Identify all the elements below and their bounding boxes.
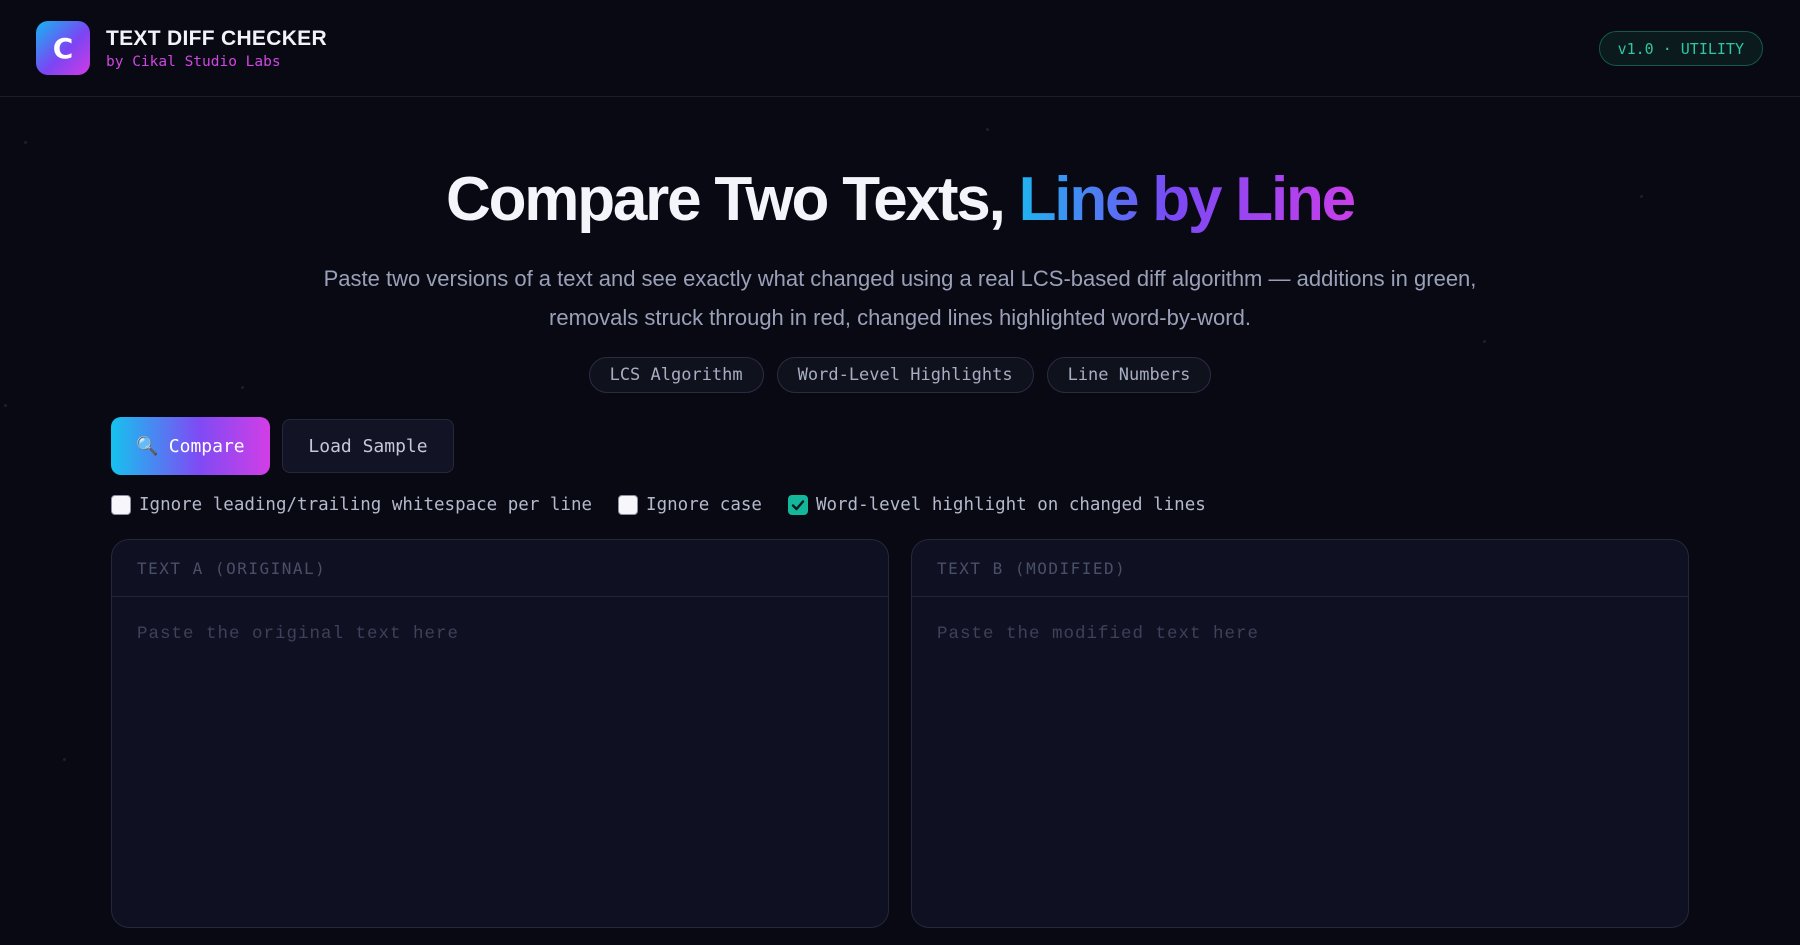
text-b-input[interactable] — [912, 597, 1688, 917]
ignore-whitespace-checkbox[interactable] — [111, 495, 131, 515]
text-a-input[interactable] — [112, 597, 888, 917]
feature-chip: Word-Level Highlights — [776, 357, 1034, 393]
load-sample-button[interactable]: Load Sample — [282, 419, 454, 473]
text-b-panel: TEXT B (MODIFIED) — [911, 539, 1689, 928]
option-ignore-whitespace[interactable]: Ignore leading/trailing whitespace per l… — [111, 495, 592, 515]
page-title-plain: Compare Two Texts, — [446, 165, 1006, 234]
page-title-highlight: Line by Line — [1018, 165, 1357, 234]
option-label: Ignore case — [646, 495, 762, 515]
option-word-level-highlight[interactable]: Word-level highlight on changed lines — [787, 495, 1206, 515]
text-b-title: TEXT B (MODIFIED) — [912, 540, 1688, 597]
app-logo[interactable]: C — [36, 21, 90, 75]
logo-letter: C — [52, 31, 74, 65]
hero: Compare Two Texts, Line by Line Paste tw… — [0, 165, 1800, 393]
word-level-highlight-checkbox[interactable] — [787, 495, 808, 515]
magnifier-icon: 🔍 — [136, 435, 159, 457]
option-label: Word-level highlight on changed lines — [815, 495, 1206, 515]
checkmark-icon — [791, 500, 805, 511]
brand: TEXT DIFF CHECKER by Cikal Studio Labs — [106, 27, 327, 70]
app-header: C TEXT DIFF CHECKER by Cikal Studio Labs… — [0, 0, 1800, 97]
app-title: TEXT DIFF CHECKER — [106, 26, 327, 50]
action-bar: 🔍 Compare Load Sample — [111, 417, 454, 475]
background-star — [1640, 195, 1643, 198]
compare-button-label: Compare — [168, 435, 245, 457]
option-ignore-case[interactable]: Ignore case — [618, 495, 762, 515]
background-star — [24, 141, 27, 144]
feature-chip: LCS Algorithm — [588, 357, 764, 393]
feature-chip: Line Numbers — [1046, 357, 1212, 393]
text-a-panel: TEXT A (ORIGINAL) — [111, 539, 889, 928]
page-title: Compare Two Texts, Line by Line — [0, 165, 1800, 235]
background-star — [4, 404, 7, 407]
background-star — [1483, 340, 1486, 343]
background-star — [986, 128, 989, 131]
version-badge: v1.0 · UTILITY — [1598, 31, 1763, 66]
text-a-title: TEXT A (ORIGINAL) — [112, 540, 888, 597]
app-subtitle: by Cikal Studio Labs — [106, 53, 281, 70]
page-description: Paste two versions of a text and see exa… — [323, 266, 1477, 330]
background-star — [63, 758, 66, 761]
compare-button[interactable]: 🔍 Compare — [111, 417, 270, 475]
diff-options: Ignore leading/trailing whitespace per l… — [111, 495, 1206, 515]
option-label: Ignore leading/trailing whitespace per l… — [139, 495, 593, 515]
feature-chips: LCS Algorithm Word-Level Highlights Line… — [0, 357, 1800, 393]
ignore-case-checkbox[interactable] — [618, 495, 639, 515]
background-star — [241, 386, 244, 389]
